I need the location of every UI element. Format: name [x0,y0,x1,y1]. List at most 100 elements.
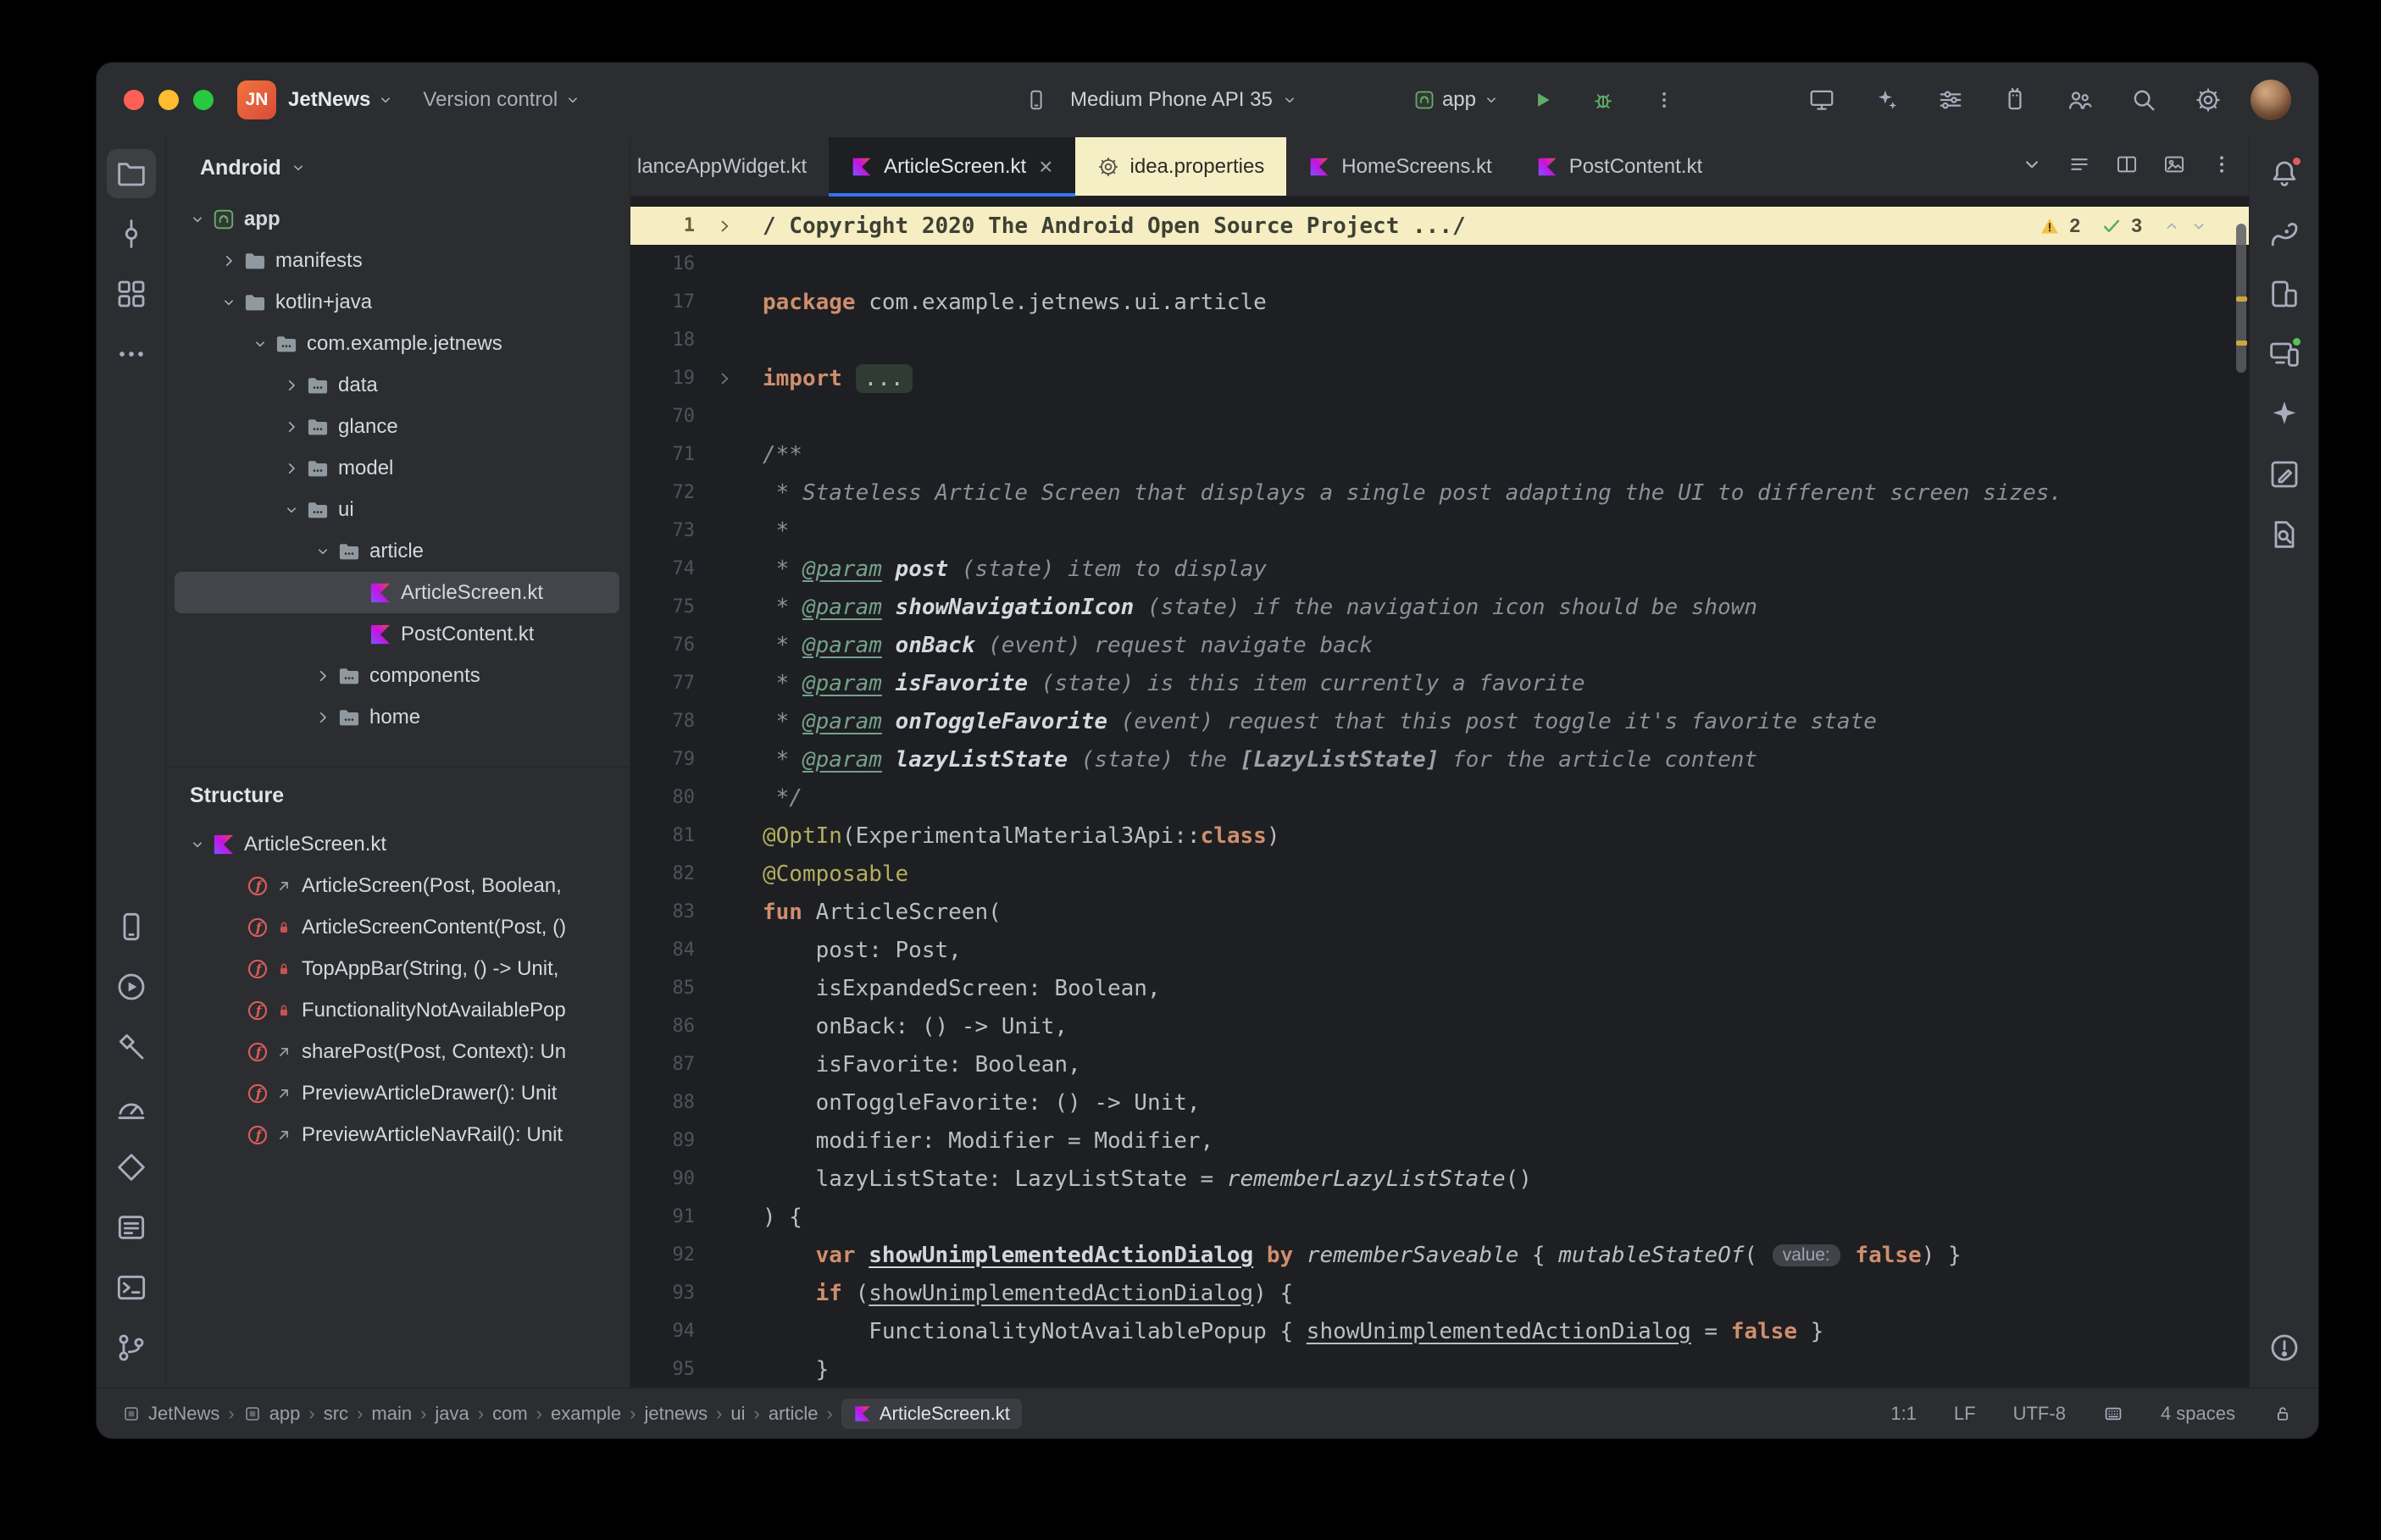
file-encoding[interactable]: UTF-8 [2013,1403,2066,1425]
caret-position[interactable]: 1:1 [1890,1403,1917,1425]
structure-item[interactable]: ArticleScreen.kt [175,823,619,865]
code-line[interactable]: 19 import ... [630,359,2249,397]
close-button[interactable] [124,90,144,110]
code-line[interactable]: 87 isFavorite: Boolean, [630,1045,2249,1083]
fold-indicator-icon[interactable] [695,218,754,235]
project-tree-item[interactable]: home [175,696,619,738]
breadcrumb-item[interactable]: ArticleScreen.kt [841,1398,1022,1429]
inspections-widget[interactable]: 2 3 [2039,207,2208,245]
breadcrumb-item[interactable]: jetnews [644,1403,708,1425]
tree-chevron-icon[interactable] [277,418,306,435]
project-tree-item[interactable]: model [175,447,619,489]
project-tree-item[interactable]: glance [175,406,619,447]
chevron-right-icon[interactable] [314,709,331,726]
notifications-button[interactable] [2260,149,2309,198]
code-line[interactable]: 16 [630,245,2249,283]
project-tree-item[interactable]: ui [175,489,619,530]
code-line[interactable]: 85 isExpandedScreen: Boolean, [630,969,2249,1007]
more-tool-windows-button[interactable] [107,330,156,379]
ai-assistant-button[interactable] [1868,81,1905,119]
breadcrumb-item[interactable]: app [243,1403,300,1425]
code-line[interactable]: 75 * @param showNavigationIcon (state) i… [630,588,2249,626]
project-view-selector[interactable]: Android [166,137,630,198]
device-mirroring-button[interactable] [1803,81,1840,119]
editor-list-button[interactable] [2067,152,2091,180]
breadcrumb-item[interactable]: src [324,1403,348,1425]
line-separator[interactable]: LF [1954,1403,1976,1425]
structure-item[interactable]: f sharePost(Post, Context): Un [175,1031,619,1072]
tree-chevron-icon[interactable] [183,211,212,228]
status-widget-button[interactable] [2103,1404,2123,1424]
code-line[interactable]: 18 [630,321,2249,359]
version-control-button[interactable] [107,1323,156,1372]
tree-chevron-icon[interactable] [183,836,212,853]
tab-homescreens-kt[interactable]: HomeScreens.kt [1286,137,1513,196]
app-quality-insights-button[interactable] [107,1143,156,1192]
code-line[interactable]: 89 modifier: Modifier = Modifier, [630,1122,2249,1160]
editor[interactable]: 1 / Copyright 2020 The Android Open Sourc… [630,197,2249,1388]
code-line[interactable]: 78 * @param onToggleFavorite (event) req… [630,702,2249,740]
structure-item[interactable]: f PreviewArticleNavRail(): Unit [175,1114,619,1155]
project-tree-item[interactable]: ArticleScreen.kt [175,572,619,613]
code-line[interactable]: 86 onBack: () -> Unit, [630,1007,2249,1045]
prev-problem-button[interactable] [2162,217,2181,235]
chevron-down-icon[interactable] [220,294,237,311]
device-file-edit-button[interactable] [2260,450,2309,499]
code-line[interactable]: 1 / Copyright 2020 The Android Open Sourc… [630,207,2249,245]
terminal-button[interactable] [107,1263,156,1312]
project-tree-item[interactable]: components [175,655,619,696]
chevron-down-icon[interactable] [189,211,206,228]
close-tab-icon[interactable]: × [1039,154,1052,179]
code-with-me-button[interactable] [2061,81,2098,119]
breadcrumb-item[interactable]: example [551,1403,621,1425]
profile-avatar[interactable] [2251,80,2291,120]
breadcrumb-item[interactable]: ui [730,1403,745,1425]
vcs-widget[interactable]: Version control [423,88,581,112]
code-line[interactable]: 17 package com.example.jetnews.ui.article [630,283,2249,321]
next-problem-button[interactable] [2190,217,2208,235]
chevron-right-icon[interactable] [314,668,331,684]
code-line[interactable]: 73 * [630,512,2249,550]
breadcrumb-item[interactable]: java [435,1403,469,1425]
tree-chevron-icon[interactable] [246,335,275,352]
code-line[interactable]: 94 FunctionalityNotAvailablePopup { show… [630,1312,2249,1350]
breadcrumb-item[interactable]: com [492,1403,528,1425]
tree-chevron-icon[interactable] [277,501,306,518]
debug-button[interactable] [1585,81,1622,119]
code-line[interactable]: 70 [630,397,2249,435]
project-selector[interactable]: JetNews [288,88,394,112]
file-writable-toggle[interactable] [2273,1404,2293,1424]
chevron-right-icon[interactable] [283,460,300,477]
code-line[interactable]: 71 /** [630,435,2249,474]
more-actions-button[interactable] [1646,81,1683,119]
structure-tool-button[interactable] [107,269,156,319]
tab-articlescreen-kt[interactable]: ArticleScreen.kt × [829,137,1075,197]
tree-chevron-icon[interactable] [308,668,337,684]
code-line[interactable]: 84 post: Post, [630,931,2249,969]
virtual-device-button[interactable] [1996,81,2034,119]
code-line[interactable]: 76 * @param onBack (event) request navig… [630,626,2249,664]
code-line[interactable]: 91) { [630,1198,2249,1236]
split-editor-button[interactable] [2115,152,2139,180]
device-selector[interactable]: Medium Phone API 35 [1024,63,1298,137]
tree-chevron-icon[interactable] [308,709,337,726]
project-tree-item[interactable]: app [175,198,619,240]
indent-config[interactable]: 4 spaces [2161,1403,2235,1425]
project-tree-item[interactable]: article [175,530,619,572]
editor-scrollbar[interactable] [2234,197,2249,1388]
code-line[interactable]: 82 @Composable [630,855,2249,893]
chevron-down-icon[interactable] [189,836,206,853]
structure-item[interactable]: f ArticleScreenContent(Post, () [175,906,619,948]
tree-chevron-icon[interactable] [214,252,243,269]
code-line[interactable]: 90 lazyListState: LazyListState = rememb… [630,1160,2249,1198]
code-line[interactable]: 80 */ [630,778,2249,817]
gemini-button[interactable] [2260,390,2309,439]
breadcrumb-item[interactable]: main [371,1403,412,1425]
run-tool-button[interactable] [107,962,156,1011]
code-line[interactable]: 92 var showUnimplementedActionDialog by … [630,1236,2249,1274]
problems-button[interactable] [2260,1323,2309,1372]
structure-item[interactable]: f FunctionalityNotAvailablePop [175,989,619,1031]
tab-lanceappwidget-kt[interactable]: lanceAppWidget.kt [630,137,829,196]
warning-stripe-mark[interactable] [2236,296,2247,302]
chevron-right-icon[interactable] [220,252,237,269]
